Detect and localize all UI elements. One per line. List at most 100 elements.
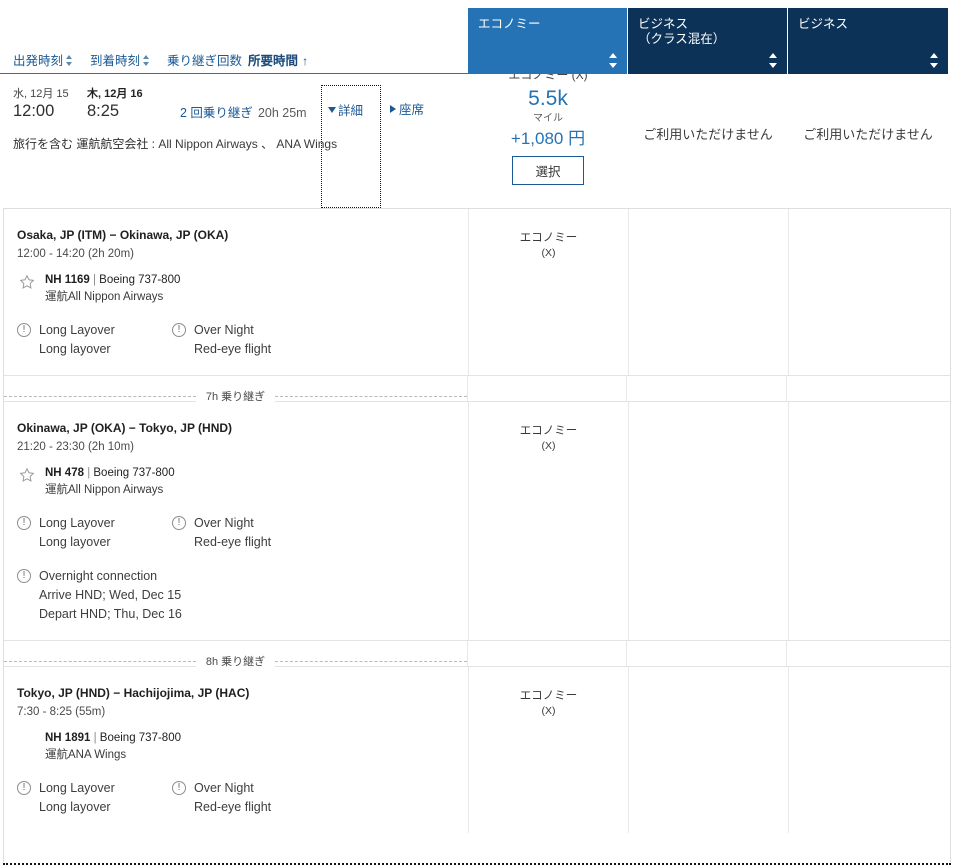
segment-route: Tokyo, JP (HND) − Hachijojima, JP (HAC) [17, 686, 250, 700]
aircraft-type: Boeing 737-800 [93, 467, 175, 479]
star-icon[interactable] [19, 467, 35, 483]
details-link-focus-ring[interactable]: 詳細 [321, 85, 381, 208]
itinerary-detail-panel: Osaka, JP (ITM) − Okinawa, JP (OKA) 12:0… [3, 208, 951, 862]
details-link-label: 詳細 [338, 104, 364, 118]
warning-subtitle: Long layover [39, 342, 111, 356]
warning-title: Over Night [194, 323, 254, 337]
sort-duration[interactable]: 所要時間 ↑ [248, 50, 308, 69]
warning-depart-line: Depart HND; Thu, Dec 16 [39, 607, 182, 621]
fare-cell-business-mixed: ご利用いただけません [628, 66, 788, 205]
segment-warnings: ! Long Layover Long layover ! Over Night… [17, 514, 468, 552]
fare-miles-unit: マイル [533, 113, 563, 124]
operated-by: 運航All Nippon Airways [45, 291, 164, 303]
fare-unavailable-text: ご利用いただけません [643, 127, 773, 142]
segment-route: Osaka, JP (ITM) − Okinawa, JP (OKA) [17, 228, 229, 242]
sort-bar: 出発時刻 到着時刻 乗り継ぎ回数 所要時間 ↑ [0, 45, 468, 74]
flight-number: NH 1169 [45, 274, 90, 286]
sort-updown-icon[interactable] [930, 53, 939, 68]
cabin-tab-label: ビジネス [798, 17, 849, 31]
warning-arrive-line: Arrive HND; Wed, Dec 15 [39, 588, 182, 602]
segment-business-mixed-cell [629, 209, 789, 375]
total-duration: 20h 25m [257, 106, 307, 120]
seats-toggle-link[interactable]: 座席 [390, 103, 424, 117]
warning-title: Over Night [194, 781, 254, 795]
segment-warnings: ! Long Layover Long layover ! Over Night… [17, 321, 468, 359]
chevron-right-icon [390, 105, 396, 113]
exclamation-icon: ! [172, 781, 186, 795]
warning-overnight-connection: ! Overnight connection Arrive HND; Wed, … [17, 567, 347, 624]
warning-subtitle: Red-eye flight [194, 342, 272, 356]
exclamation-icon: ! [17, 781, 31, 795]
warning-subtitle: Red-eye flight [194, 800, 272, 814]
warning-long-layover: ! Long Layover Long layover [17, 779, 172, 817]
exclamation-icon: ! [172, 516, 186, 530]
segment-booking-code: (X) [541, 440, 556, 452]
cabin-tab-economy[interactable]: エコノミー [468, 8, 628, 74]
flight-number: NH 478 [45, 467, 84, 479]
star-icon[interactable] [19, 274, 35, 290]
divider-line [275, 396, 468, 397]
sort-departure-time[interactable]: 出発時刻 [13, 50, 73, 69]
warning-subtitle: Red-eye flight [194, 535, 272, 549]
segment-cabin-cell: エコノミー (X) [469, 402, 629, 640]
warning-title: Long Layover [39, 516, 115, 530]
warning-over-night: ! Over Night Red-eye flight [172, 514, 327, 552]
aircraft-type: Boeing 737-800 [99, 274, 181, 286]
stops-count[interactable]: 2 回乗り継ぎ [180, 106, 253, 120]
warning-long-layover: ! Long Layover Long layover [17, 321, 172, 359]
segment-times: 21:20 - 23:30 (2h 10m) [17, 441, 134, 453]
operating-carriers-value: All Nippon Airways 、 ANA Wings [158, 137, 338, 151]
sort-updown-icon[interactable] [769, 53, 778, 68]
exclamation-icon: ! [17, 323, 31, 337]
divider-line [4, 396, 196, 397]
sort-ascending-icon: ↑ [302, 53, 309, 68]
segment-details: Tokyo, JP (HND) − Hachijojima, JP (HAC) … [4, 667, 469, 833]
warning-title: Over Night [194, 516, 254, 530]
details-toggle-link[interactable]: 詳細 [328, 104, 363, 118]
divider-line [275, 661, 468, 662]
exclamation-icon: ! [17, 516, 31, 530]
segment-details: Osaka, JP (ITM) − Okinawa, JP (OKA) 12:0… [4, 209, 469, 375]
flight-results-panel: エコノミー ビジネス （クラス混在） ビジネス 出発時刻 到着時刻 乗り継ぎ回数… [0, 0, 954, 865]
warning-title: Long Layover [39, 323, 115, 337]
sort-updown-icon [143, 54, 150, 66]
fare-price: +1,080 円 [510, 129, 586, 148]
segment-cabin-name: エコノミー [519, 690, 578, 702]
chevron-down-icon [328, 107, 336, 113]
sort-updown-icon[interactable] [609, 53, 618, 68]
exclamation-icon: ! [17, 569, 31, 583]
flight-number-line: NH 1169 | Boeing 737-800 [45, 274, 181, 286]
operated-by: 運航ANA Wings [45, 749, 127, 761]
departure-block: 水, 12月 15 12:00 [13, 87, 87, 121]
stops-block: 2 回乗り継ぎ 20h 25m [180, 87, 307, 121]
flight-number-line: NH 1891 | Boeing 737-800 [45, 732, 181, 744]
seats-link-container: 座席 [390, 99, 424, 118]
fare-cell-business: ご利用いただけません [788, 66, 948, 205]
segment-business-mixed-cell [629, 402, 789, 640]
flight-number: NH 1891 [45, 732, 91, 744]
select-button[interactable]: 選択 [512, 156, 584, 185]
segment-warnings: ! Long Layover Long layover ! Over Night… [17, 779, 468, 817]
operated-by: 運航All Nippon Airways [45, 484, 164, 496]
warning-title: Overnight connection [39, 569, 158, 583]
segment-booking-code: (X) [541, 247, 556, 259]
segment-extra-warning: ! Overnight connection Arrive HND; Wed, … [17, 567, 468, 624]
sort-duration-label: 所要時間 [248, 53, 299, 68]
segment-business-cell [789, 667, 949, 833]
flight-number-line: NH 478 | Boeing 737-800 [45, 467, 175, 479]
cabin-tab-business-mixed[interactable]: ビジネス （クラス混在） [628, 8, 788, 74]
segment-cabin-name: エコノミー [519, 425, 578, 437]
fare-unavailable-text: ご利用いただけません [803, 127, 933, 142]
cabin-tab-label: ビジネス （クラス混在） [638, 17, 726, 46]
sort-stops[interactable]: 乗り継ぎ回数 [167, 50, 242, 69]
fare-band: エコノミー (X) 5.5k マイル +1,080 円 選択 ご利用いただけませ… [468, 66, 954, 205]
segment-route: Okinawa, JP (OKA) − Tokyo, JP (HND) [17, 421, 233, 435]
exclamation-icon: ! [172, 323, 186, 337]
sort-arrival-time[interactable]: 到着時刻 [90, 50, 150, 69]
cabin-tab-business[interactable]: ビジネス [788, 8, 948, 74]
warning-over-night: ! Over Night Red-eye flight [172, 779, 327, 817]
arrival-time: 8:25 [87, 102, 120, 120]
operating-carriers: 旅行を含む 運航航空会社 : All Nippon Airways 、 ANA … [13, 135, 468, 152]
departure-date: 水, 12月 15 [13, 88, 69, 100]
segment-details: Okinawa, JP (OKA) − Tokyo, JP (HND) 21:2… [4, 402, 469, 640]
